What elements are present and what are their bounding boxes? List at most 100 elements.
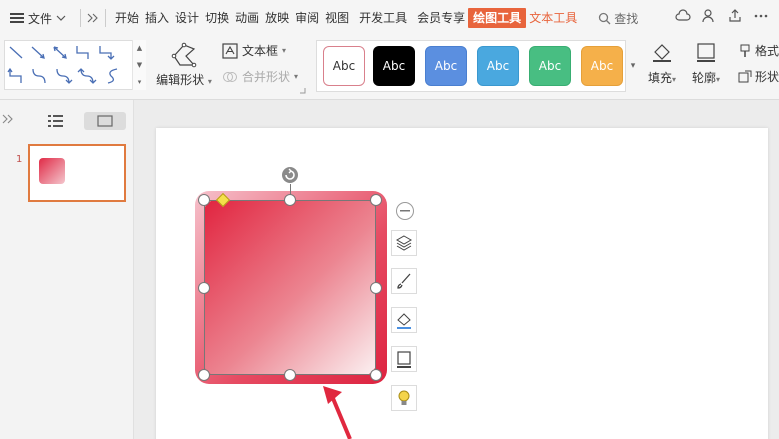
merge-shape-icon [223, 71, 237, 82]
resize-handle-left[interactable] [198, 282, 210, 294]
shape-fill-button[interactable] [391, 307, 417, 333]
resize-handle-bottom[interactable] [284, 369, 296, 381]
annotation-arrow [323, 386, 352, 439]
tab-animation[interactable]: 动画 [232, 8, 262, 28]
shape-outline-button[interactable] [391, 346, 417, 372]
fill-label: 填充 [648, 71, 673, 85]
search-label: 查找 [614, 11, 639, 26]
outline-view-icon[interactable] [48, 114, 64, 128]
divider [80, 9, 82, 27]
share-icon[interactable] [727, 8, 743, 24]
textbox-button[interactable]: 文本框 ▾ [222, 42, 286, 59]
minus-icon [400, 210, 410, 212]
smart-tip-button[interactable] [391, 385, 417, 411]
shape-effect-icon [738, 70, 752, 82]
double-chevron-right-icon[interactable] [87, 13, 99, 23]
fill-button[interactable]: 填充▾ [648, 42, 676, 86]
brush-icon [397, 273, 411, 289]
divider [105, 9, 107, 27]
merge-shape-button[interactable]: 合并形状 ▾ [222, 68, 298, 85]
presentation-app: 文件 开始 插入 设计 切换 动画 放映 审阅 视图 开发工具 会员专享 绘图工… [0, 0, 779, 439]
shape-gallery-scroll[interactable]: ▲ ▼ ▾ [132, 40, 146, 90]
collapse-toolbar-button[interactable] [396, 202, 414, 220]
style-blue[interactable]: Abc [425, 46, 467, 86]
resize-handle-top[interactable] [284, 194, 296, 206]
dropdown-caret-icon: ▾ [716, 75, 721, 84]
textbox-label: 文本框 [242, 44, 279, 58]
search-icon [599, 12, 611, 24]
expand-gallery-icon[interactable]: ▾ [138, 78, 142, 86]
format-painter-icon [740, 44, 750, 57]
shape-style-button[interactable] [391, 268, 417, 294]
tab-drawing-tools[interactable]: 绘图工具 [468, 8, 527, 28]
window-actions [675, 8, 769, 24]
tab-slideshow[interactable]: 放映 [262, 8, 292, 28]
format-painter-button[interactable]: 格式 [738, 42, 779, 59]
thumbnail-shape [39, 158, 65, 184]
tab-developer[interactable]: 开发工具 [356, 8, 410, 28]
tab-view[interactable]: 视图 [322, 8, 352, 28]
outline-icon [397, 351, 411, 368]
dropdown-caret-icon: ▾ [294, 72, 299, 81]
double-chevron-right-icon[interactable] [2, 114, 14, 124]
chevron-down-icon[interactable]: ▼ [137, 61, 142, 69]
resize-handle-top-left[interactable] [198, 194, 210, 206]
dialog-launcher-icon[interactable] [300, 88, 306, 94]
shape-gallery[interactable] [4, 40, 146, 90]
layer-button[interactable] [391, 230, 417, 256]
resize-handle-right[interactable] [370, 282, 382, 294]
tab-design[interactable]: 设计 [172, 8, 202, 28]
format-label: 格式 [755, 44, 779, 58]
style-white[interactable]: Abc [323, 46, 365, 86]
style-green[interactable]: Abc [529, 46, 571, 86]
shape-effect-button[interactable]: 形状 [738, 68, 779, 85]
thumbnail-view-button[interactable] [84, 112, 126, 130]
style-black[interactable]: Abc [373, 46, 415, 86]
fill-bucket-icon [397, 313, 411, 329]
edit-shape-button[interactable]: 编辑形状 ▾ [152, 40, 216, 92]
thumbnail-view-icon [97, 115, 113, 127]
style-light-blue[interactable]: Abc [477, 46, 519, 86]
rotate-handle-icon[interactable] [281, 166, 299, 184]
tab-text-tools[interactable]: 文本工具 [526, 8, 580, 28]
tab-member[interactable]: 会员专享 [414, 8, 468, 28]
tab-transition[interactable]: 切换 [202, 8, 232, 28]
resize-handle-bottom-right[interactable] [370, 369, 382, 381]
more-icon[interactable] [753, 8, 769, 24]
resize-handle-bottom-left[interactable] [198, 369, 210, 381]
selection-box [204, 200, 376, 375]
ribbon-toolbar: ▲ ▼ ▾ 编辑形状 ▾ 文本框 ▾ 合并形状 ▾ Abc Abc Abc Ab… [0, 36, 779, 100]
layers-icon [395, 235, 413, 251]
cloud-sync-icon[interactable] [675, 8, 691, 24]
slide-thumbnail[interactable] [28, 144, 126, 202]
resize-handle-top-right[interactable] [370, 194, 382, 206]
file-menu-label: 文件 [28, 11, 53, 26]
outline-label: 轮廓 [692, 71, 717, 85]
dropdown-caret-icon: ▾ [282, 46, 287, 55]
style-orange[interactable]: Abc [581, 46, 623, 86]
slide-number: 1 [16, 154, 23, 165]
chevron-down-icon [56, 15, 66, 21]
dropdown-caret-icon: ▾ [207, 77, 212, 86]
outline-button[interactable]: 轮廓▾ [692, 42, 720, 86]
tab-insert[interactable]: 插入 [142, 8, 172, 28]
ribbon-tabs: 开始 插入 设计 切换 动画 放映 审阅 视图 开发工具 会员专享 绘图工具 文… [112, 0, 580, 36]
edit-shape-icon [171, 42, 197, 68]
tab-home[interactable]: 开始 [112, 8, 142, 28]
fill-bucket-icon [653, 44, 672, 62]
shape-effect-label: 形状 [755, 70, 779, 84]
search-button[interactable]: 查找 [598, 10, 638, 27]
lightbulb-icon [398, 390, 410, 405]
menu-bar: 文件 开始 插入 设计 切换 动画 放映 审阅 视图 开发工具 会员专享 绘图工… [0, 0, 779, 36]
hamburger-icon [10, 13, 24, 23]
edit-shape-label: 编辑形状 [156, 73, 205, 87]
line-shapes-icon [7, 46, 118, 84]
slides-panel: 1 [0, 100, 134, 439]
style-gallery-more[interactable]: ▾ [626, 40, 640, 92]
textbox-icon [222, 42, 238, 59]
user-share-icon[interactable] [701, 8, 717, 24]
expand-gallery-icon: ▾ [630, 61, 636, 71]
chevron-up-icon[interactable]: ▲ [137, 44, 142, 52]
file-menu-button[interactable]: 文件 [0, 6, 74, 30]
tab-review[interactable]: 审阅 [292, 8, 322, 28]
